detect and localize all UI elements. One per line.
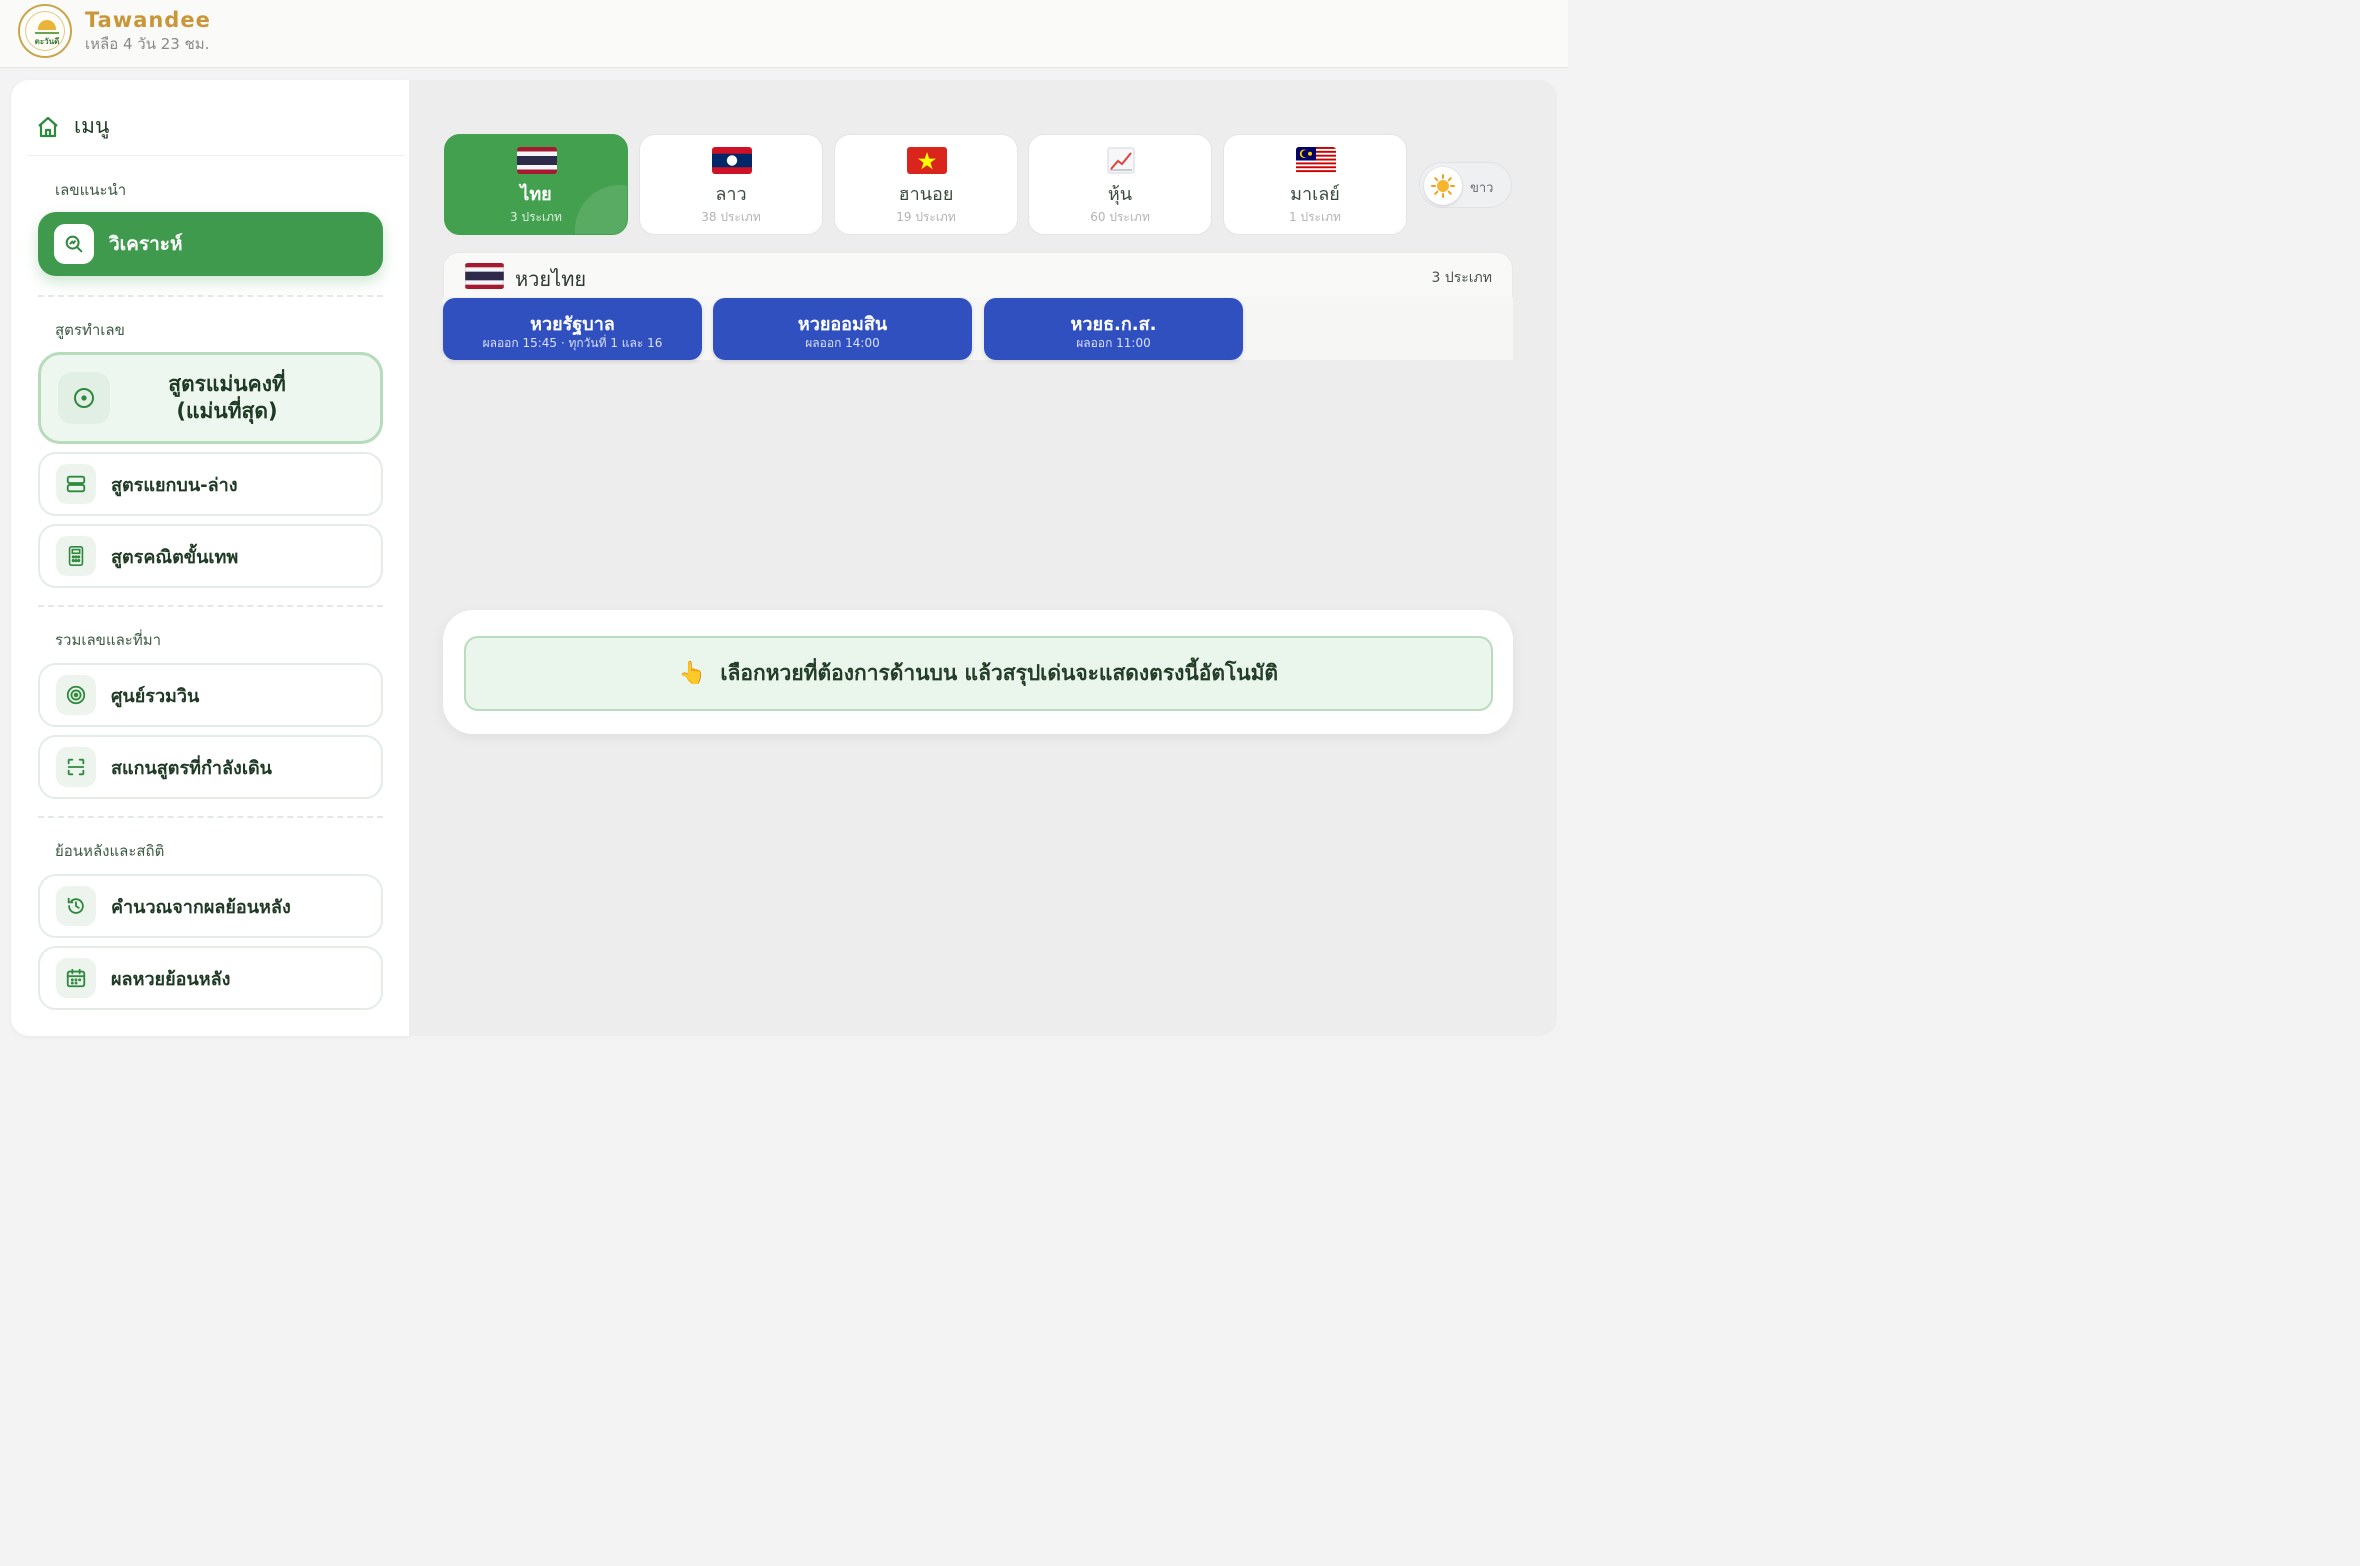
calendar-icon	[56, 958, 96, 998]
home-icon	[36, 115, 60, 139]
thai-flag-icon	[517, 147, 557, 174]
country-name: หุ้น	[1107, 184, 1133, 205]
section-divider	[38, 605, 383, 607]
theme-label: ขาว	[1470, 181, 1494, 196]
brand-name: Tawandee	[85, 8, 211, 32]
tawandee-logo[interactable]: ตะวันดี	[18, 4, 72, 58]
country-name: ไทย	[520, 184, 552, 205]
lottery-time: ผลออก 15:45 · ทุกวันที่ 1 และ 16	[482, 336, 663, 350]
lao-flag-icon	[712, 147, 752, 174]
country-count: 38 ประเภท	[701, 210, 761, 224]
lottery-time: ผลออก 11:00	[1076, 336, 1151, 350]
hint-text: เลือกหวยที่ต้องการด้านบน แล้วสรุปเด่นจะแ…	[720, 661, 1279, 685]
lottery-button-baac[interactable]: หวยธ.ก.ส. ผลออก 11:00	[984, 298, 1243, 360]
nav-analyze-label: วิเคราะห์	[109, 233, 183, 255]
section-divider	[38, 295, 383, 297]
country-count: 1 ประเภท	[1289, 210, 1341, 224]
menu-title: เมนู	[74, 114, 110, 138]
section-label-history: ย้อนหลังและสถิติ	[55, 842, 165, 860]
nav-calc-history-label: คำนวณจากผลย้อนหลัง	[111, 896, 291, 918]
section-label-formulas: สูตรทำเลข	[55, 321, 125, 339]
country-name: มาเลย์	[1290, 184, 1340, 205]
nav-stable-formula[interactable]: สูตรแม่นคงที่ (แม่นที่สุด)	[38, 352, 383, 444]
nav-past-results-label: ผลหวยย้อนหลัง	[111, 968, 231, 990]
group-count: 3 ประเภท	[1431, 270, 1492, 286]
country-name: ลาว	[715, 184, 747, 205]
tab-country-stock[interactable]: หุ้น 60 ประเภท	[1028, 134, 1212, 235]
country-name: ฮานอย	[898, 184, 954, 205]
sun-logo-icon	[38, 20, 56, 30]
lottery-button-government[interactable]: หวยรัฐบาล ผลออก 15:45 · ทุกวันที่ 1 และ …	[443, 298, 702, 360]
lottery-button-gsb[interactable]: หวยออมสิน ผลออก 14:00	[713, 298, 972, 360]
nav-split-label: สูตรแยกบน-ล่าง	[111, 474, 238, 496]
stock-chart-icon	[1101, 147, 1141, 174]
lottery-group-header: หวยไทย 3 ประเภท	[443, 252, 1513, 297]
logo-text: ตะวันดี	[34, 37, 60, 46]
summary-hint: 👆 เลือกหวยที่ต้องการด้านบน แล้วสรุปเด่นจ…	[464, 636, 1493, 711]
lottery-time: ผลออก 14:00	[805, 336, 880, 350]
nav-stable-label-line1: สูตรแม่นคงที่	[168, 372, 286, 396]
nav-analyze[interactable]: วิเคราะห์	[38, 212, 383, 276]
target-icon	[58, 372, 110, 424]
tab-country-lao[interactable]: ลาว 38 ประเภท	[639, 134, 823, 235]
history-icon	[56, 886, 96, 926]
tab-country-malaysia[interactable]: มาเลย์ 1 ประเภท	[1223, 134, 1407, 235]
calculator-icon	[56, 536, 96, 576]
analyze-search-icon	[54, 224, 94, 264]
nav-win-center-label: ศูนย์รวมวิน	[111, 685, 200, 707]
nav-scan-label: สแกนสูตรที่กำลังเดิน	[111, 757, 272, 779]
thai-flag-icon	[464, 263, 505, 289]
tab-country-hanoi[interactable]: ฮานอย 19 ประเภท	[834, 134, 1018, 235]
malaysia-flag-icon	[1296, 147, 1336, 174]
sun-icon	[1424, 167, 1462, 205]
country-count: 3 ประเภท	[510, 210, 562, 224]
pointing-up-icon: 👆	[678, 661, 707, 686]
nav-scan-formula[interactable]: สแกนสูตรที่กำลังเดิน	[38, 735, 383, 799]
split-rows-icon	[56, 464, 96, 504]
countdown-text: เหลือ 4 วัน 23 ชม.	[85, 35, 210, 53]
scan-icon	[56, 747, 96, 787]
theme-toggle[interactable]: ขาว	[1419, 162, 1512, 208]
nav-math-formula[interactable]: สูตรคณิตขั้นเทพ	[38, 524, 383, 588]
nav-calc-history[interactable]: คำนวณจากผลย้อนหลัง	[38, 874, 383, 938]
group-name: หวยไทย	[515, 267, 587, 291]
divider	[28, 155, 404, 156]
country-count: 19 ประเภท	[896, 210, 956, 224]
bullseye-icon	[56, 675, 96, 715]
nav-win-center[interactable]: ศูนย์รวมวิน	[38, 663, 383, 727]
country-count: 60 ประเภท	[1090, 210, 1150, 224]
menu-heading: เมนู	[36, 110, 109, 143]
nav-past-results[interactable]: ผลหวยย้อนหลัง	[38, 946, 383, 1010]
section-label-sources: รวมเลขและที่มา	[55, 631, 162, 649]
section-label-recommended: เลขแนะนำ	[55, 181, 127, 199]
tab-country-thai[interactable]: ไทย 3 ประเภท	[444, 134, 628, 235]
nav-split-formula[interactable]: สูตรแยกบน-ล่าง	[38, 452, 383, 516]
nav-math-label: สูตรคณิตขั้นเทพ	[111, 546, 239, 568]
nav-stable-label-line2: (แม่นที่สุด)	[176, 399, 278, 423]
vietnam-flag-icon	[907, 147, 947, 174]
top-header: ตะวันดี Tawandee เหลือ 4 วัน 23 ชม.	[0, 0, 1568, 68]
section-divider	[38, 816, 383, 818]
